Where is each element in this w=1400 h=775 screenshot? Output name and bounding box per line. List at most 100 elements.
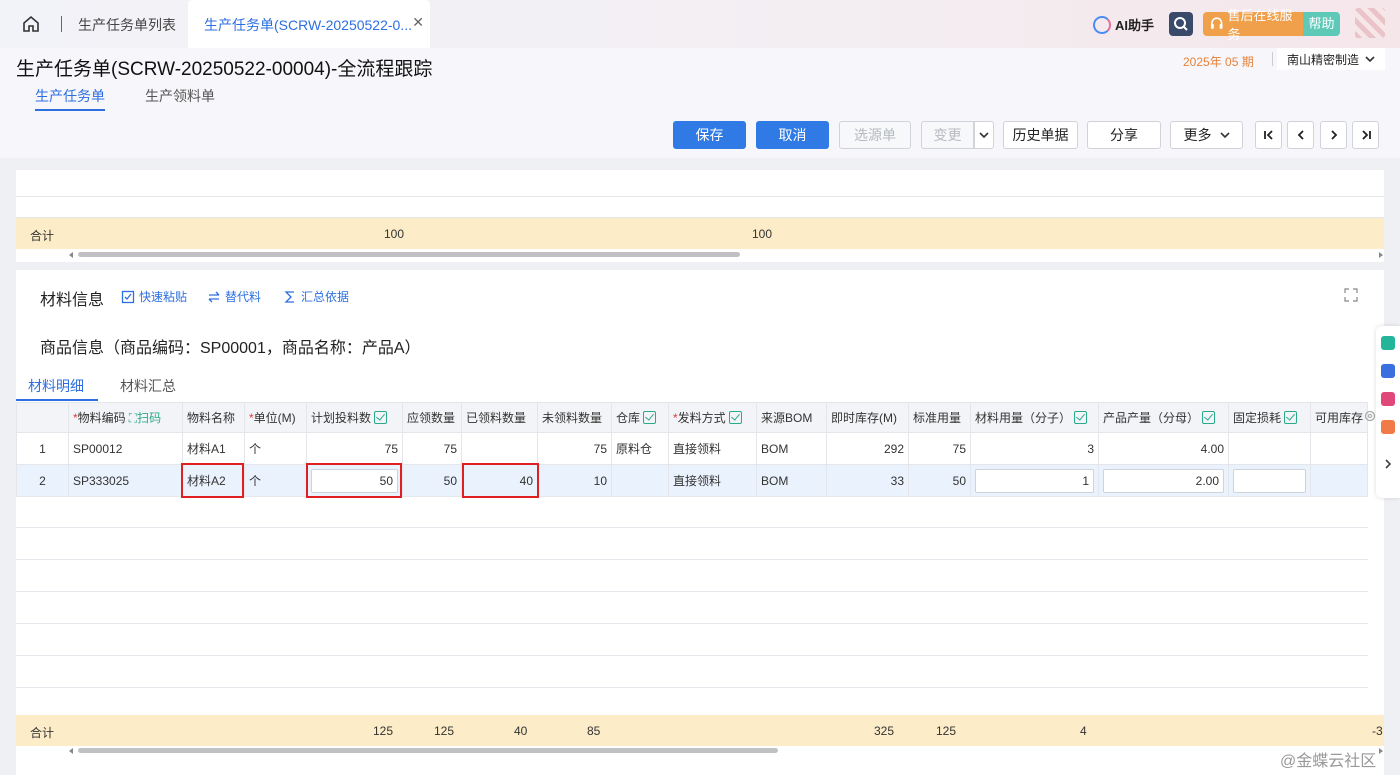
cell-bom[interactable]: BOM — [756, 464, 827, 497]
clipboard-icon[interactable] — [1381, 392, 1395, 406]
column-header-std[interactable]: 标准用量 — [908, 402, 971, 433]
cell-code[interactable]: SP333025 — [68, 464, 183, 497]
column-header-code[interactable]: *物料编码 ⛶扫码 — [68, 402, 183, 433]
batch-fill-icon[interactable] — [643, 411, 657, 424]
gear-icon[interactable] — [1363, 409, 1377, 423]
cell-numerator[interactable]: 1 — [970, 464, 1099, 497]
chevron-right-icon[interactable] — [1383, 458, 1393, 470]
cell-denominator[interactable]: 2.00 — [1098, 464, 1229, 497]
denominator-input[interactable]: 2.00 — [1103, 468, 1224, 493]
change-dropdown-button[interactable] — [974, 121, 994, 149]
table-header-row: *物料编码 ⛶扫码 物料名称 *单位(M) 计划投料数 应领数量 已领料数量 未领… — [16, 402, 1369, 433]
tab-current-task[interactable]: 生产任务单(SCRW-20250522-0... ✕ — [188, 0, 430, 48]
batch-fill-icon[interactable] — [1284, 411, 1298, 424]
row-index: 2 — [16, 464, 69, 497]
column-header-bom[interactable]: 来源BOM — [756, 402, 827, 433]
last-record-button[interactable] — [1352, 121, 1379, 149]
horizontal-scrollbar[interactable] — [68, 746, 1384, 756]
ai-assistant-button[interactable]: AI助手 — [1093, 15, 1154, 34]
column-header-stock[interactable]: 即时库存(M) — [826, 402, 909, 433]
scan-icon[interactable]: ⛶扫码 — [129, 411, 161, 425]
first-record-button[interactable] — [1255, 121, 1282, 149]
cell-method[interactable]: 直接领料 — [668, 432, 757, 465]
numerator-input[interactable]: 1 — [975, 468, 1094, 493]
column-header-loss[interactable]: 固定损耗 — [1228, 402, 1311, 433]
horizontal-scrollbar[interactable] — [68, 250, 1384, 260]
table-row[interactable]: 1 SP00012 材料A1 个 75 75 75 原料仓 直接领料 BOM 2… — [16, 432, 1369, 465]
share-button[interactable]: 分享 — [1087, 121, 1161, 149]
column-header-name[interactable]: 物料名称 — [182, 402, 245, 433]
substitute-link[interactable]: 替代料 — [207, 288, 261, 305]
cell-code[interactable]: SP00012 — [68, 432, 183, 465]
top-tab-bar: 生产任务单列表 生产任务单(SCRW-20250522-0... ✕ AI助手 … — [0, 0, 1400, 48]
search-icon — [1174, 17, 1188, 31]
gift-icon[interactable] — [1381, 420, 1395, 434]
batch-fill-icon[interactable] — [1202, 411, 1216, 424]
scroll-right-icon[interactable] — [1379, 748, 1383, 754]
column-header-unreceived[interactable]: 未领料数量 — [537, 402, 612, 433]
change-button[interactable]: 变更 — [921, 121, 974, 149]
cell-plan[interactable]: 75 — [306, 432, 403, 465]
more-button[interactable]: 更多 — [1170, 121, 1243, 149]
column-header-plan[interactable]: 计划投料数 — [306, 402, 403, 433]
cell-numerator[interactable]: 3 — [970, 432, 1099, 465]
cell-loss[interactable] — [1228, 464, 1311, 497]
tab-divider — [61, 16, 62, 32]
ai-assistant-label: AI助手 — [1115, 18, 1155, 33]
avatar[interactable] — [1355, 8, 1385, 38]
cell-unit[interactable]: 个 — [244, 464, 307, 497]
loss-input[interactable] — [1233, 468, 1306, 493]
batch-fill-icon[interactable] — [1074, 411, 1088, 424]
history-button[interactable]: 历史单据 — [1003, 121, 1078, 149]
column-header-numerator[interactable]: 材料用量（分子） — [970, 402, 1099, 433]
column-header-method[interactable]: *发料方式 — [668, 402, 757, 433]
scroll-thumb[interactable] — [78, 252, 740, 257]
column-header-warehouse[interactable]: 仓库 — [611, 402, 669, 433]
scroll-thumb[interactable] — [78, 748, 778, 753]
cell-unit[interactable]: 个 — [244, 432, 307, 465]
scroll-right-icon[interactable] — [1379, 252, 1383, 258]
cancel-button[interactable]: 取消 — [756, 121, 829, 149]
cell-warehouse[interactable] — [611, 464, 669, 497]
help-button[interactable]: 帮助 — [1303, 12, 1340, 36]
tab-material-summary[interactable]: 材料汇总 — [120, 376, 176, 396]
quick-paste-link[interactable]: 快速粘贴 — [121, 288, 187, 305]
chat-icon[interactable] — [1381, 364, 1395, 378]
close-icon[interactable]: ✕ — [412, 14, 424, 31]
help-icon[interactable] — [1381, 336, 1395, 350]
cell-name[interactable]: 材料A1 — [182, 432, 245, 465]
fullscreen-icon[interactable] — [1344, 288, 1358, 302]
tab-material-detail[interactable]: 材料明细 — [28, 376, 84, 396]
cell-method[interactable]: 直接领料 — [668, 464, 757, 497]
cell-loss[interactable] — [1228, 432, 1311, 465]
search-button[interactable] — [1169, 12, 1193, 36]
batch-fill-icon[interactable] — [374, 411, 388, 424]
home-icon[interactable] — [20, 14, 42, 34]
row-index: 1 — [16, 432, 69, 465]
substitute-label: 替代料 — [225, 290, 262, 304]
column-header-unit[interactable]: *单位(M) — [244, 402, 307, 433]
summary-basis-link[interactable]: 汇总依据 — [283, 288, 349, 305]
scroll-left-icon[interactable] — [69, 252, 73, 258]
tab-task-list[interactable]: 生产任务单列表 — [78, 15, 176, 35]
online-service-button[interactable]: 售后在线服务 — [1203, 8, 1303, 42]
tab-production-task[interactable]: 生产任务单 — [35, 86, 105, 106]
column-header-should[interactable]: 应领数量 — [402, 402, 462, 433]
accounting-period[interactable]: 2025年 05 期 — [1183, 53, 1254, 70]
cell-warehouse[interactable]: 原料仓 — [611, 432, 669, 465]
column-header-denominator[interactable]: 产品产量（分母） — [1098, 402, 1229, 433]
org-select[interactable]: 南山精密制造 — [1277, 48, 1385, 70]
next-record-button[interactable] — [1320, 121, 1347, 149]
prev-record-button[interactable] — [1287, 121, 1314, 149]
column-header-received[interactable]: 已领料数量 — [461, 402, 538, 433]
cell-denominator[interactable]: 4.00 — [1098, 432, 1229, 465]
header-divider — [1272, 52, 1273, 66]
save-button[interactable]: 保存 — [673, 121, 746, 149]
column-header-avail[interactable]: 可用库存 — [1309, 402, 1369, 433]
scroll-left-icon[interactable] — [69, 748, 73, 754]
select-source-button[interactable]: 选源单 — [839, 121, 911, 149]
batch-fill-icon[interactable] — [728, 411, 742, 424]
ai-logo-icon — [1093, 15, 1111, 34]
cell-bom[interactable]: BOM — [756, 432, 827, 465]
tab-material-requisition[interactable]: 生产领料单 — [145, 86, 215, 106]
